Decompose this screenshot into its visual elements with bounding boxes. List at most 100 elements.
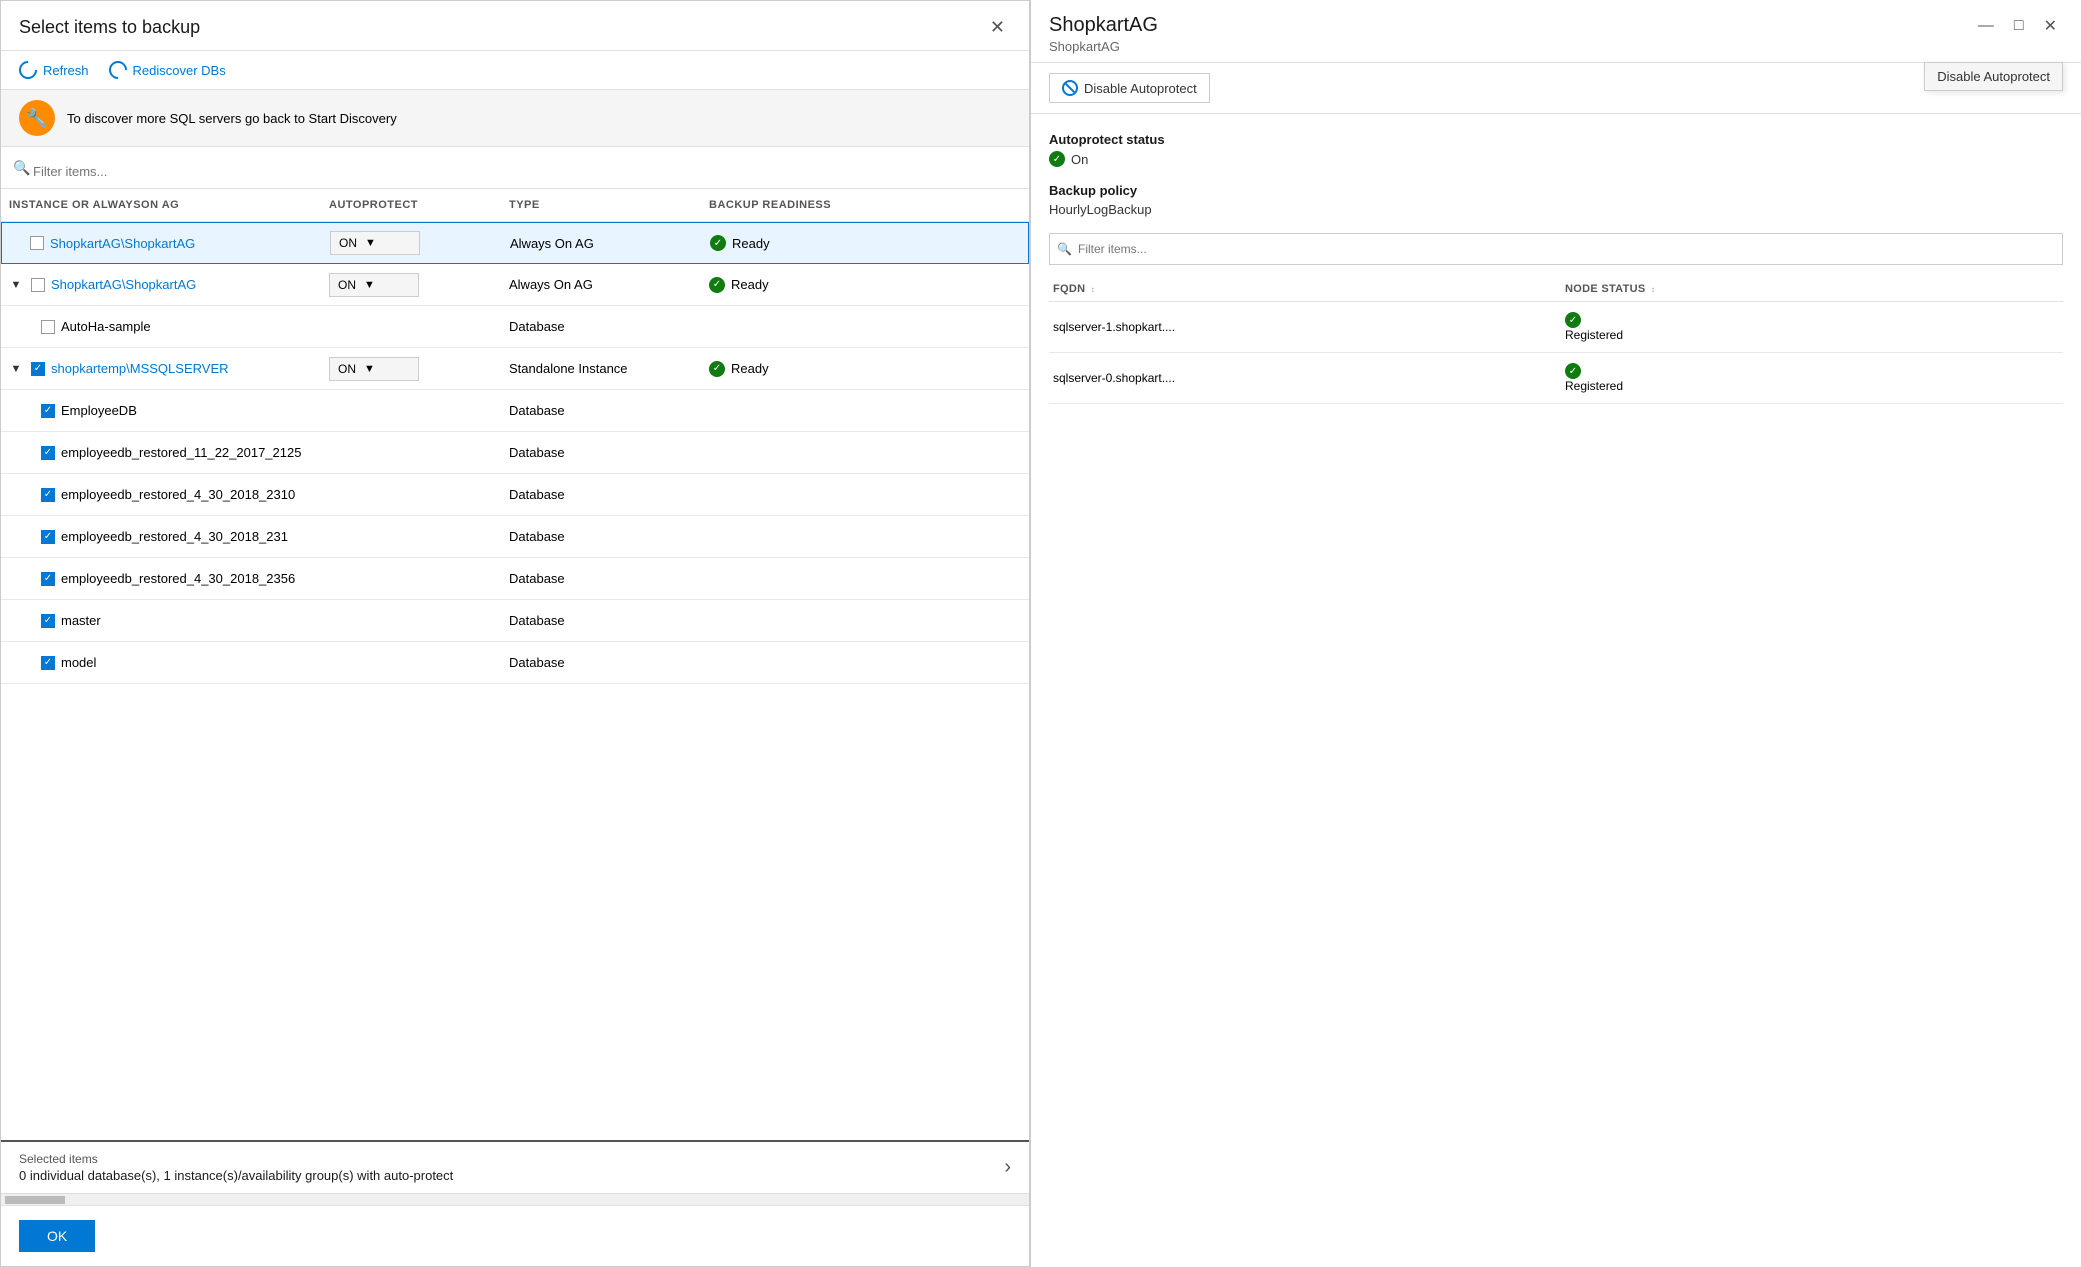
bottom-scrollbar[interactable] — [1, 1193, 1029, 1205]
info-text: To discover more SQL servers go back to … — [67, 111, 397, 126]
th-backup-readiness: BACKUP READINESS — [701, 195, 901, 215]
close-right-button[interactable]: ✕ — [2038, 14, 2063, 38]
minimize-button[interactable]: — — [1972, 15, 2000, 37]
info-banner: 🔧 To discover more SQL servers go back t… — [1, 89, 1029, 147]
td-readiness — [701, 321, 901, 333]
td-extra — [901, 573, 1029, 585]
disable-autoprotect-button[interactable]: Disable Autoprotect — [1049, 73, 1210, 103]
autoprotect-status-label: Autoprotect status — [1049, 132, 2063, 147]
autoprotect-dropdown[interactable]: ON ▼ — [329, 273, 419, 297]
expand-icon[interactable]: ▼ — [9, 363, 23, 375]
status-icon: ✓ — [710, 235, 726, 251]
maximize-button[interactable]: □ — [2008, 15, 2030, 37]
window-controls: — □ ✕ — [1972, 14, 2063, 38]
sort-arrows-fqdn[interactable]: ↕ — [1091, 285, 1095, 294]
table-row: ✓ EmployeeDB Database — [1, 390, 1029, 432]
backup-policy-value: HourlyLogBackup — [1049, 202, 2063, 217]
td-autoprotect: ON ▼ — [321, 267, 501, 303]
checkbox[interactable]: ✓ — [31, 362, 45, 376]
td-extra — [901, 363, 1029, 375]
checkbox[interactable] — [41, 320, 55, 334]
td-autoprotect — [321, 615, 501, 627]
checkbox[interactable]: ✓ — [41, 572, 55, 586]
checkbox[interactable] — [31, 278, 45, 292]
instance-link[interactable]: ShopkartAG\ShopkartAG — [51, 277, 196, 292]
th-fqdn: FQDN ↕ — [1049, 281, 1531, 297]
th-empty — [901, 195, 1029, 215]
disable-autoprotect-label: Disable Autoprotect — [1084, 81, 1197, 96]
node-row: sqlserver-0.shopkart.... ✓ Registered — [1049, 353, 2063, 404]
ok-bar: OK — [1, 1205, 1029, 1266]
td-extra — [901, 657, 1029, 669]
backup-policy-label: Backup policy — [1049, 183, 2063, 198]
td-extra — [901, 489, 1029, 501]
sort-arrows-node-status[interactable]: ↕ — [1651, 285, 1655, 294]
td-instance: ✓ model — [1, 649, 321, 676]
td-instance: ▼ ✓ shopkartemp\MSSQLSERVER — [1, 355, 321, 382]
td-type: Database — [501, 481, 701, 508]
right-title: ShopkartAG — [1049, 14, 1158, 37]
instance-link[interactable]: ShopkartAG\ShopkartAG — [50, 236, 195, 251]
instance-link[interactable]: shopkartemp\MSSQLSERVER — [51, 361, 229, 376]
autoprotect-dropdown[interactable]: ON ▼ — [330, 231, 420, 255]
checkbox[interactable]: ✓ — [41, 530, 55, 544]
filter-search-icon: 🔍 — [13, 160, 30, 177]
td-readiness: ✓ Ready — [702, 229, 902, 257]
toolbar: Refresh Rediscover DBs — [1, 51, 1029, 89]
footer-arrow-icon[interactable]: › — [1004, 1156, 1011, 1179]
refresh-icon — [15, 57, 40, 82]
expand-icon[interactable]: ▼ — [9, 279, 23, 291]
td-autoprotect: ON ▼ — [321, 351, 501, 387]
scroll-area[interactable]: ShopkartAG\ShopkartAG ON ▼ Always On AG … — [1, 222, 1029, 1140]
checkbox[interactable]: ✓ — [41, 656, 55, 670]
td-type: Database — [501, 607, 701, 634]
td-instance: ✓ employeedb_restored_4_30_2018_2310 — [1, 481, 321, 508]
checkbox[interactable]: ✓ — [41, 404, 55, 418]
table-row: ▼ ShopkartAG\ShopkartAG ON ▼ Always On A… — [1, 264, 1029, 306]
td-autoprotect — [321, 405, 501, 417]
rediscover-label: Rediscover DBs — [133, 63, 226, 78]
right-filter-input[interactable] — [1049, 233, 2063, 265]
checkbox[interactable]: ✓ — [41, 614, 55, 628]
td-instance: ▼ ShopkartAG\ShopkartAG — [1, 271, 321, 298]
td-instance: ✓ employeedb_restored_11_22_2017_2125 — [1, 439, 321, 466]
autoprotect-status-icon: ✓ — [1049, 151, 1065, 167]
status-icon: ✓ — [709, 361, 725, 377]
table-row: ✓ employeedb_restored_11_22_2017_2125 Da… — [1, 432, 1029, 474]
td-extra — [901, 279, 1029, 291]
td-type: Database — [501, 397, 701, 424]
node-row: sqlserver-1.shopkart.... ✓ Registered — [1049, 302, 2063, 353]
th-autoprotect: AUTOPROTECT — [321, 195, 501, 215]
td-type: Always On AG — [501, 271, 701, 298]
autoprotect-status-value: ✓ On — [1049, 151, 2063, 167]
filter-input[interactable] — [1, 155, 1029, 189]
td-instance: ✓ master — [1, 607, 321, 634]
td-type: Database — [501, 313, 701, 340]
wrench-icon: 🔧 — [19, 100, 55, 136]
td-readiness — [701, 657, 901, 669]
autoprotect-dropdown[interactable]: ON ▼ — [329, 357, 419, 381]
node-status-icon-1: ✓ — [1565, 363, 1581, 379]
td-readiness — [701, 447, 901, 459]
checkbox[interactable] — [30, 236, 44, 250]
td-autoprotect — [321, 573, 501, 585]
checkbox[interactable]: ✓ — [41, 488, 55, 502]
table-row: ✓ employeedb_restored_4_30_2018_2356 Dat… — [1, 558, 1029, 600]
right-content: Autoprotect status ✓ On Backup policy Ho… — [1031, 114, 2081, 1267]
td-autoprotect — [321, 657, 501, 669]
right-panel: ShopkartAG ShopkartAG — □ ✕ Disable Auto… — [1030, 0, 2081, 1267]
ok-button[interactable]: OK — [19, 1220, 95, 1252]
td-instance: ✓ EmployeeDB — [1, 397, 321, 424]
td-autoprotect — [321, 321, 501, 333]
checkbox[interactable]: ✓ — [41, 446, 55, 460]
td-extra — [901, 531, 1029, 543]
th-node-status: NODE STATUS ↕ — [1561, 281, 2043, 297]
td-readiness — [701, 615, 901, 627]
refresh-button[interactable]: Refresh — [19, 61, 89, 79]
close-button[interactable]: ✕ — [984, 15, 1011, 40]
rediscover-button[interactable]: Rediscover DBs — [109, 61, 226, 79]
td-instance: AutoHa-sample — [1, 313, 321, 340]
right-filter: 🔍 — [1049, 233, 2063, 265]
td-instance: ✓ employeedb_restored_4_30_2018_231 — [1, 523, 321, 550]
block-icon — [1062, 80, 1078, 96]
